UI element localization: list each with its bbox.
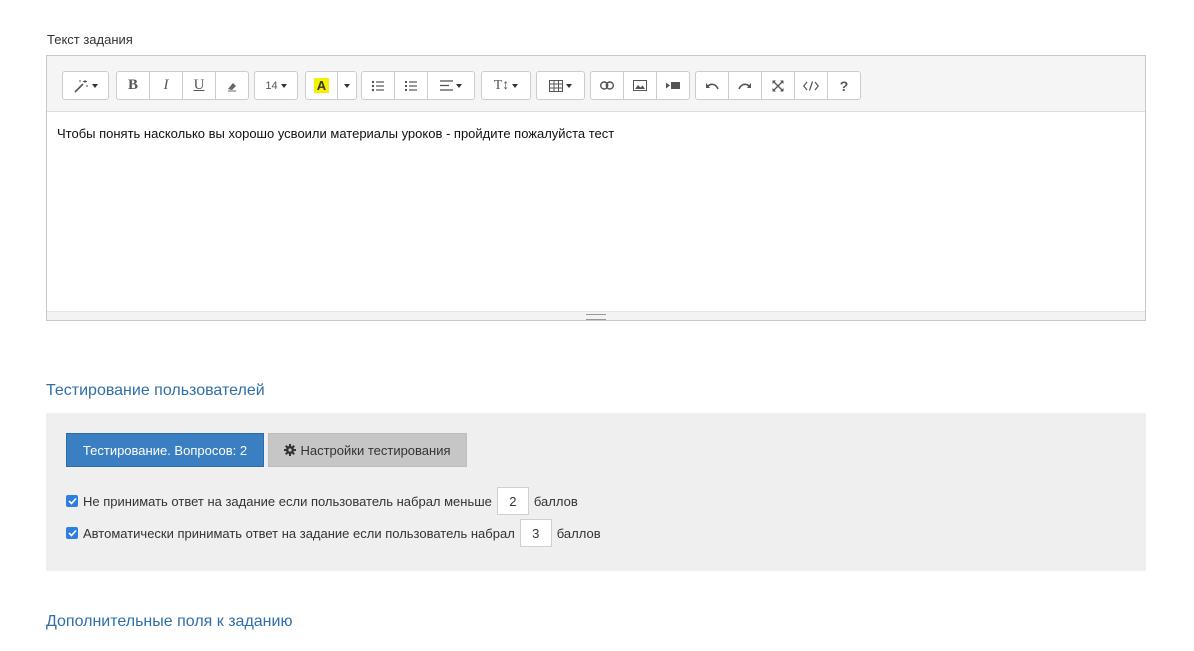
test-settings-button[interactable]: Настройки тестирования: [268, 433, 467, 467]
auto-accept-checkbox[interactable]: [66, 527, 78, 539]
chevron-down-icon: [344, 83, 350, 88]
auto-accept-suffix: баллов: [556, 525, 601, 541]
align-left-icon: [440, 80, 453, 91]
video-icon: [666, 82, 680, 89]
bullet-list-icon: [371, 80, 384, 91]
min-score-label: Не принимать ответ на задание если польз…: [83, 493, 492, 509]
clear-format-button[interactable]: [215, 71, 249, 100]
code-view-button[interactable]: [794, 71, 828, 100]
eraser-icon: [228, 82, 236, 91]
font-style-group: B I U: [116, 71, 249, 100]
highlight-color-button[interactable]: A: [305, 71, 338, 100]
highlight-a-icon: A: [313, 78, 330, 93]
gear-icon: [284, 444, 297, 456]
link-icon: [600, 81, 614, 90]
min-score-suffix: баллов: [533, 493, 578, 509]
undo-icon: [706, 82, 719, 89]
height-group: T↕: [481, 71, 531, 100]
font-size-group: 14: [254, 71, 298, 100]
color-dropdown-button[interactable]: [337, 71, 357, 100]
code-icon: [803, 80, 819, 91]
insert-video-button[interactable]: [656, 71, 690, 100]
chevron-down-icon: [566, 83, 572, 88]
min-score-checkbox[interactable]: [66, 495, 78, 507]
checkmark-icon: [67, 497, 77, 505]
min-score-option: Не принимать ответ на задание если польз…: [66, 487, 578, 515]
misc-group: ?: [695, 71, 861, 100]
italic-button[interactable]: I: [149, 71, 183, 100]
list-group: [361, 71, 475, 100]
table-dropdown[interactable]: [536, 71, 585, 100]
insert-link-button[interactable]: [590, 71, 624, 100]
paragraph-align-dropdown[interactable]: [427, 71, 475, 100]
test-questions-button[interactable]: Тестирование. Вопросов: 2: [66, 433, 264, 467]
underline-button[interactable]: U: [182, 71, 216, 100]
rich-text-editor: B I U 14 A T↕ ? Чтобы понять насколько в…: [46, 55, 1146, 321]
image-icon: [633, 80, 647, 91]
magic-style-button[interactable]: [62, 71, 109, 100]
text-height-icon: T↕: [493, 77, 510, 93]
redo-icon: [738, 82, 751, 89]
redo-button[interactable]: [728, 71, 762, 100]
chevron-down-icon: [456, 83, 462, 88]
min-score-input[interactable]: 2: [496, 487, 529, 515]
checkmark-icon: [67, 529, 77, 537]
table-icon: [549, 79, 563, 92]
testing-section-title: Тестирование пользователей: [46, 382, 265, 399]
help-button[interactable]: ?: [827, 71, 861, 100]
extra-fields-section-title: Дополнительные поля к заданию: [46, 613, 293, 630]
undo-button[interactable]: [695, 71, 729, 100]
font-size-dropdown[interactable]: 14: [254, 71, 298, 100]
auto-accept-input[interactable]: 3: [519, 519, 552, 547]
task-text-label: Текст задания: [47, 32, 133, 47]
bold-button[interactable]: B: [116, 71, 150, 100]
testing-panel: Тестирование. Вопросов: 2 Настройки тест…: [46, 413, 1146, 571]
magic-wand-icon: [74, 79, 88, 93]
chevron-down-icon: [92, 83, 98, 88]
color-group: A: [305, 71, 357, 100]
style-group: [62, 71, 109, 100]
line-height-dropdown[interactable]: T↕: [481, 71, 531, 100]
unordered-list-button[interactable]: [361, 71, 395, 100]
test-settings-label: Настройки тестирования: [300, 442, 451, 458]
chevron-down-icon: [280, 83, 287, 88]
editor-resize-handle[interactable]: [47, 311, 1145, 320]
insert-group: [590, 71, 690, 100]
numbered-list-icon: [405, 80, 417, 91]
auto-accept-option: Автоматически принимать ответ на задание…: [66, 519, 601, 547]
ordered-list-button[interactable]: [394, 71, 428, 100]
fullscreen-button[interactable]: [761, 71, 795, 100]
chevron-down-icon: [512, 83, 519, 88]
auto-accept-label: Автоматически принимать ответ на задание…: [83, 525, 515, 541]
table-group: [536, 71, 585, 100]
grip-icon: [586, 314, 606, 320]
insert-image-button[interactable]: [623, 71, 657, 100]
expand-icon: [772, 80, 784, 91]
font-size-value: 14: [265, 79, 278, 92]
editor-toolbar: B I U 14 A T↕ ?: [47, 56, 1145, 112]
editor-content[interactable]: Чтобы понять насколько вы хорошо усвоили…: [47, 112, 1145, 316]
